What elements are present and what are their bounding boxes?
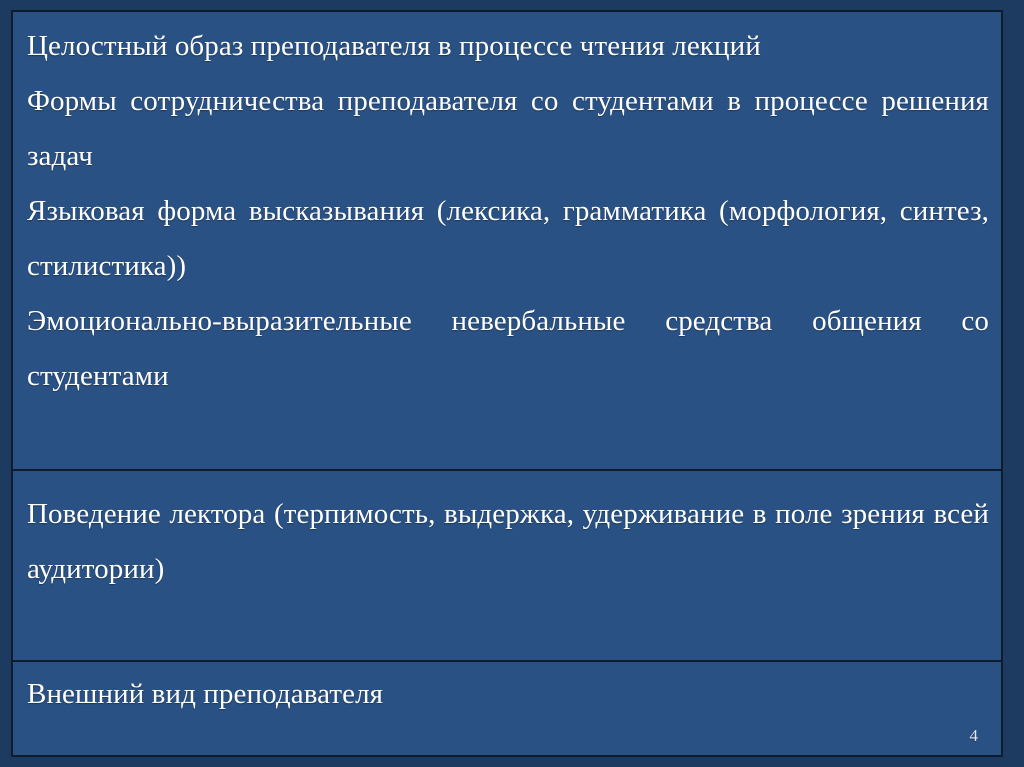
slide-canvas: Целостный образ преподавателя в процессе…	[0, 0, 1024, 767]
slide-page-number: 4	[969, 726, 979, 745]
cell-content: Поведение лектора (терпимость, выдержка,…	[13, 471, 1001, 603]
paragraph-holistic-image: Целостный образ преподавателя в процессе…	[27, 30, 761, 62]
table-cell-lecturer-image: Целостный образ преподавателя в процессе…	[11, 10, 1003, 471]
table-row: Внешний вид преподавателя	[11, 660, 1003, 757]
paragraph-language-form: Языковая форма высказывания (лексика, гр…	[27, 195, 989, 282]
paragraph-lecturer-behaviour: Поведение лектора (терпимость, выдержка,…	[27, 498, 989, 585]
cell-content: Целостный образ преподавателя в процессе…	[13, 12, 1001, 410]
table-cell-appearance: Внешний вид преподавателя	[11, 660, 1003, 757]
paragraph-cooperation-forms: Формы сотрудничества преподавателя со ст…	[27, 85, 989, 172]
paragraph-appearance: Внешний вид преподавателя	[27, 678, 384, 710]
table-row: Целостный образ преподавателя в процессе…	[11, 10, 1003, 471]
cell-content: Внешний вид преподавателя	[13, 662, 1001, 728]
content-table: Целостный образ преподавателя в процессе…	[11, 10, 1003, 757]
table-cell-lecturer-behaviour: Поведение лектора (терпимость, выдержка,…	[11, 469, 1003, 662]
paragraph-nonverbal-means: Эмоционально-выразительные невербальные …	[27, 305, 989, 392]
table-row: Поведение лектора (терпимость, выдержка,…	[11, 469, 1003, 662]
